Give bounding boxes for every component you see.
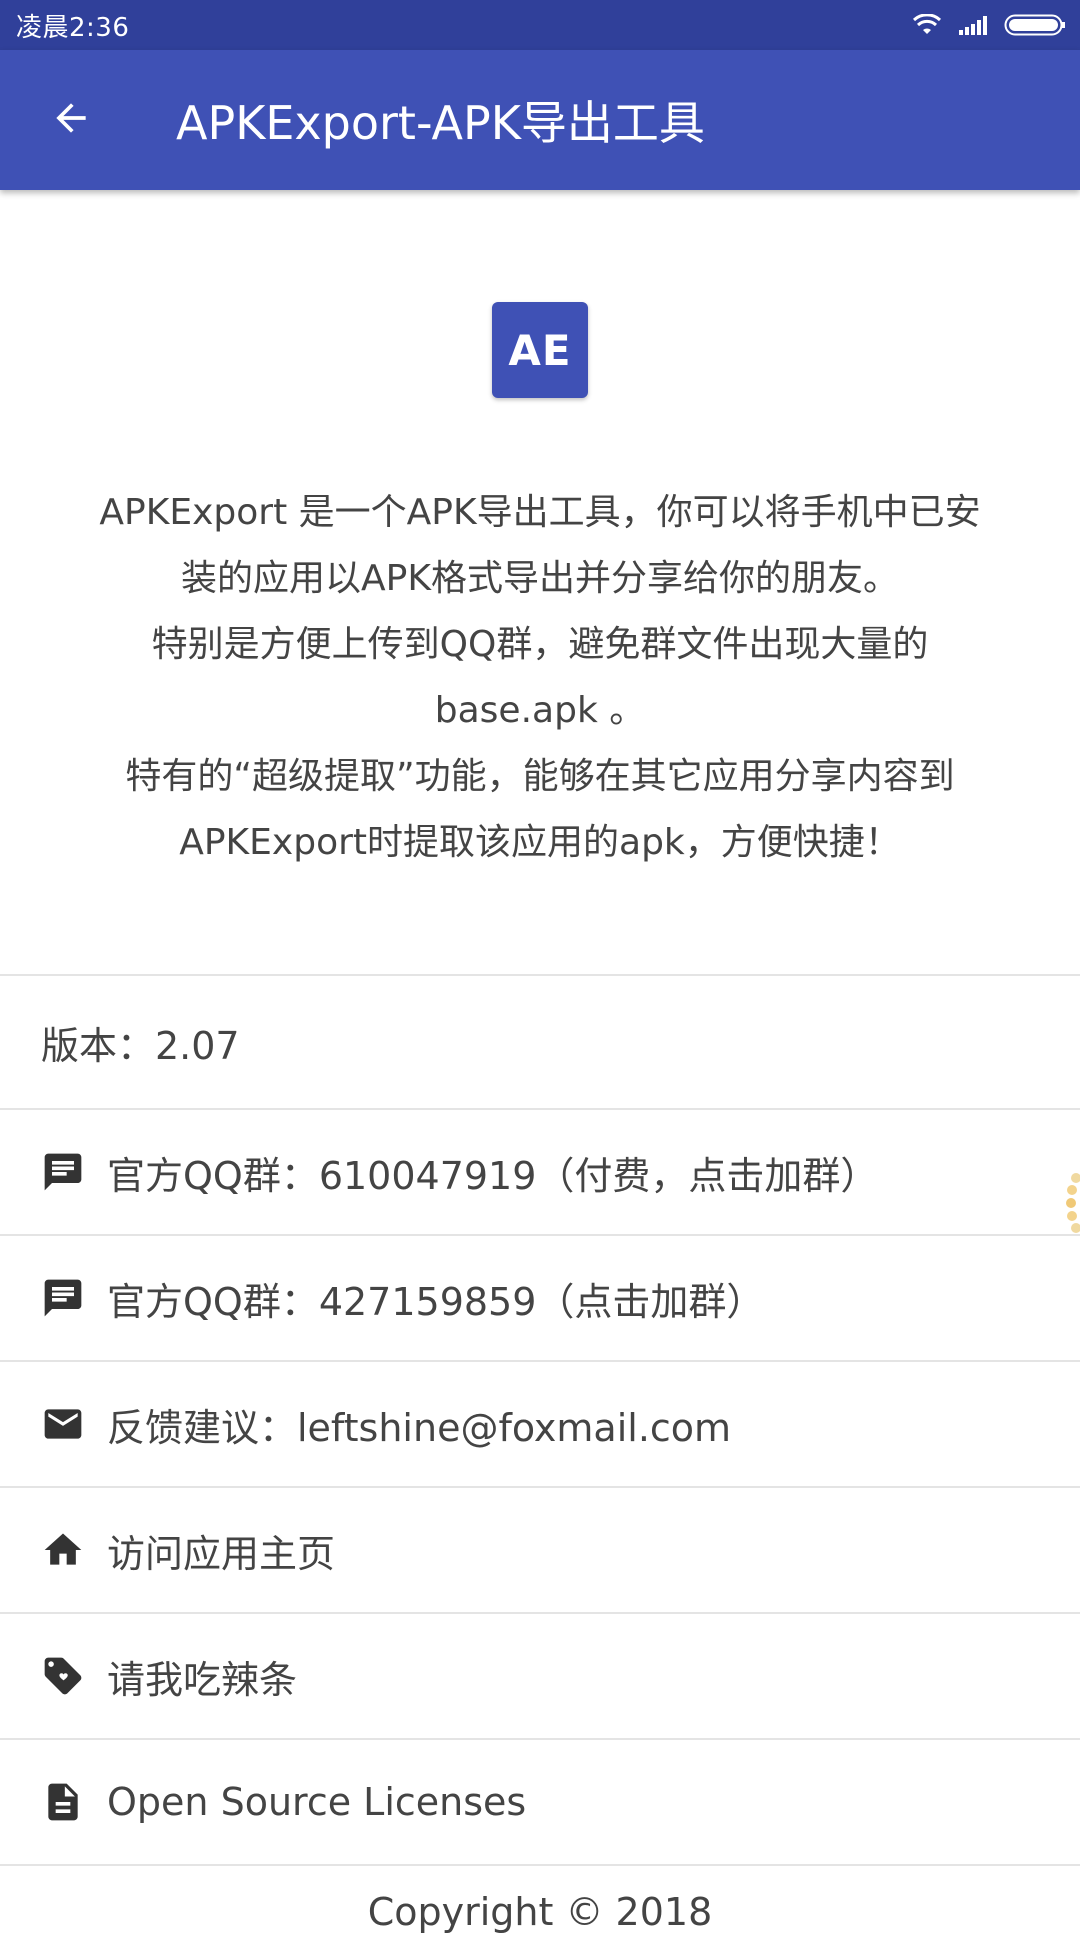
- description-line: 特别是方便上传到QQ群，避免群文件出现大量的: [151, 624, 929, 665]
- document-icon: [41, 1780, 85, 1824]
- version-text: 版本：2.07: [41, 1023, 240, 1068]
- item-label: 反馈建议：leftshine@foxmail.com: [107, 1405, 732, 1450]
- description-line: 装的应用以APK格式导出并分享给你的朋友。: [181, 558, 899, 599]
- description-line: 特有的“超级提取”功能，能够在其它应用分享内容到: [125, 756, 955, 797]
- app-logo-text: AE: [508, 325, 572, 375]
- description-line: APKExport 是一个APK导出工具，你可以将手机中已安: [99, 492, 981, 533]
- app-logo-badge: AE: [492, 302, 588, 398]
- signal-icon: [958, 14, 988, 36]
- copyright-text: Copyright © 2018: [367, 1890, 713, 1934]
- status-bar: 凌晨2:36: [0, 0, 1080, 50]
- description-line: APKExport时提取该应用的apk，方便快捷！: [179, 822, 901, 863]
- homepage-item[interactable]: 访问应用主页: [0, 1488, 1080, 1612]
- item-label: 访问应用主页: [107, 1531, 336, 1576]
- about-list: 版本：2.07 官方QQ群：610047919（付费，点击加群） 官方QQ群：4…: [0, 974, 1080, 1866]
- description-line: base.apk 。: [434, 690, 646, 731]
- status-time: 凌晨2:36: [16, 12, 130, 43]
- app-bar: APKExport-APK导出工具: [0, 50, 1080, 190]
- app-description: APKExport 是一个APK导出工具，你可以将手机中已安 装的应用以APK格…: [40, 480, 1040, 876]
- version-row: 版本：2.07: [0, 976, 1080, 1108]
- floating-ball-icon[interactable]: [1062, 1168, 1080, 1238]
- mail-icon: [41, 1402, 85, 1446]
- feedback-item[interactable]: 反馈建议：leftshine@foxmail.com: [0, 1362, 1080, 1486]
- copyright: Copyright © 2018: [0, 1890, 1080, 1934]
- back-button[interactable]: [36, 85, 106, 155]
- item-label: 官方QQ群：610047919（付费，点击加群）: [107, 1153, 879, 1198]
- app-logo: AE: [492, 302, 588, 398]
- arrow-back-icon: [49, 96, 93, 144]
- tag-icon: [41, 1654, 85, 1698]
- chat-icon: [41, 1276, 85, 1320]
- battery-icon: [1004, 13, 1066, 37]
- qq-group-paid-item[interactable]: 官方QQ群：610047919（付费，点击加群）: [0, 1110, 1080, 1234]
- item-label: Open Source Licenses: [107, 1780, 527, 1824]
- chat-icon: [41, 1150, 85, 1194]
- status-icons: [912, 13, 1066, 37]
- donate-item[interactable]: 请我吃辣条: [0, 1614, 1080, 1738]
- divider: [0, 1864, 1080, 1866]
- licenses-item[interactable]: Open Source Licenses: [0, 1740, 1080, 1864]
- home-icon: [41, 1528, 85, 1572]
- wifi-icon: [912, 14, 942, 36]
- qq-group-free-item[interactable]: 官方QQ群：427159859（点击加群）: [0, 1236, 1080, 1360]
- item-label: 请我吃辣条: [107, 1657, 298, 1702]
- item-label: 官方QQ群：427159859（点击加群）: [107, 1279, 765, 1324]
- app-title: APKExport-APK导出工具: [176, 96, 705, 150]
